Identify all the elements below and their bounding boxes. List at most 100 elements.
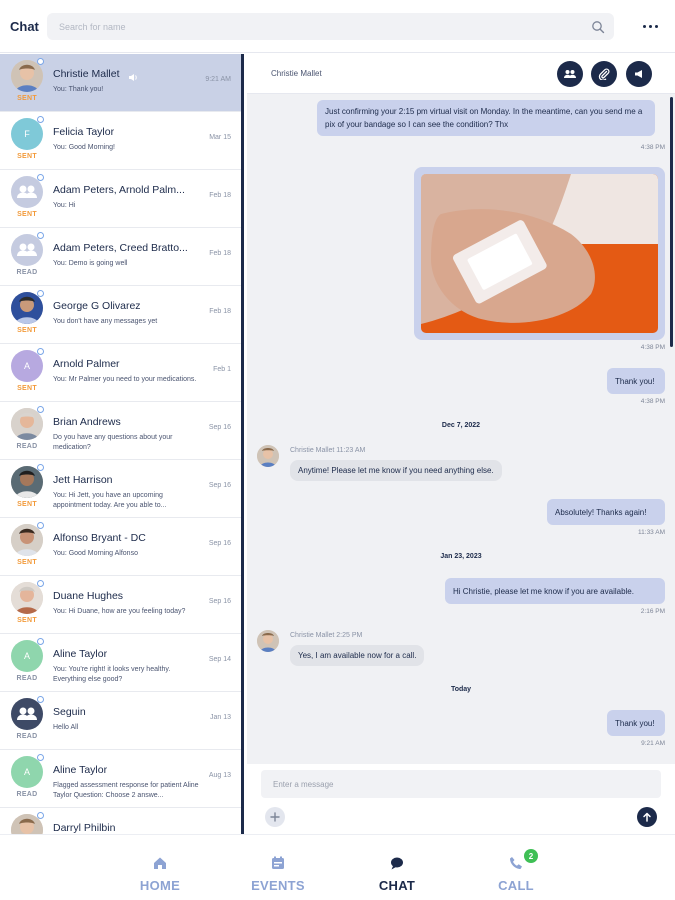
conversation-name: Brian Andrews	[53, 416, 121, 428]
delivery-status: READ	[16, 675, 38, 682]
avatar	[11, 408, 43, 440]
delivery-status: SENT	[17, 559, 37, 566]
conversation-item[interactable]: Darryl Philbin	[0, 808, 241, 834]
conversation-preview: You: Good Morning!	[53, 144, 116, 151]
conversation-date: Feb 1	[213, 366, 231, 373]
delivery-status: SENT	[17, 501, 37, 508]
avatar: A	[11, 640, 43, 672]
delivery-status: SENT	[17, 327, 37, 334]
conversation-name: Duane Hughes	[53, 590, 124, 602]
add-attachment-button[interactable]	[265, 807, 285, 827]
nav-home-label: HOME	[139, 878, 181, 893]
conversation-name: Jett Harrison	[53, 474, 113, 486]
avatar: F	[11, 118, 43, 150]
top-bar: Chat	[0, 0, 675, 53]
conversation-date: Jan 13	[209, 714, 231, 721]
message-input[interactable]	[261, 770, 661, 798]
conversation-name: Adam Peters, Creed Bratto...	[53, 242, 188, 254]
conversation-item[interactable]: READ Adam Peters, Creed Bratto... You: Dem…	[0, 228, 241, 286]
delivery-status: SENT	[17, 617, 37, 624]
chat-contact-name: Christie Mallet	[271, 69, 322, 78]
presence-indicator	[37, 580, 44, 587]
conversation-item[interactable]: SENT Alfonso Bryant - DC You: Good Morning…	[0, 518, 241, 576]
conversation-item[interactable]: READ Brian Andrews Do you have any questio…	[0, 402, 241, 460]
conversation-item[interactable]: SENT Christie Mallet You: Thank you! 9:21 A…	[0, 54, 241, 112]
bandage-image	[421, 174, 658, 333]
message-composer	[247, 764, 675, 834]
sender-avatar	[257, 630, 279, 652]
conversation-item[interactable]: SENT Jett Harrison You: Hi Jett, you have …	[0, 460, 241, 518]
delivery-status: SENT	[17, 385, 37, 392]
delivery-status: SENT	[17, 95, 37, 102]
date-divider: Dec 7, 2022	[441, 422, 481, 429]
presence-indicator	[37, 812, 44, 819]
delivery-status: SENT	[17, 211, 37, 218]
presence-indicator	[37, 116, 44, 123]
conversation-date: Aug 13	[208, 772, 231, 779]
conversation-date: Sep 16	[208, 482, 231, 489]
conversation-date: Sep 16	[208, 540, 231, 547]
nav-chat[interactable]: CHAT	[337, 835, 457, 900]
search-icon[interactable]	[591, 20, 605, 34]
presence-indicator	[37, 290, 44, 297]
conversation-preview: You: Demo is going well	[53, 260, 128, 267]
participants-button[interactable]	[557, 61, 583, 87]
conversation-item[interactable]: SENT Duane Hughes You: Hi Duane, how are y…	[0, 576, 241, 634]
avatar	[11, 698, 43, 730]
attach-button[interactable]	[591, 61, 617, 87]
conversation-date: Feb 18	[209, 192, 231, 199]
avatar	[11, 60, 43, 92]
conversation-preview: Do you have any questions about your med…	[53, 434, 173, 451]
nav-call[interactable]: 2 CALL	[456, 835, 576, 900]
message-time: 4:38 PM	[640, 144, 665, 151]
conversation-name: Seguin	[53, 706, 86, 718]
avatar	[11, 176, 43, 208]
conversation-date: Mar 15	[209, 134, 231, 141]
avatar	[11, 234, 43, 266]
send-button[interactable]	[637, 807, 657, 827]
conversation-name: Felicia Taylor	[53, 126, 115, 138]
conversation-list: SENT Christie Mallet You: Thank you! 9:21 A…	[0, 54, 244, 834]
conversation-item[interactable]: SENT George G Olivarez You don't have any …	[0, 286, 241, 344]
conversation-date: 9:21 AM	[205, 76, 231, 83]
conversation-item[interactable]: SENT Adam Peters, Arnold Palm... You: Hi Fe…	[0, 170, 241, 228]
more-options-icon[interactable]	[641, 18, 659, 34]
conversation-item[interactable]: A READ Aline Taylor Flagged assessment resp…	[0, 750, 241, 808]
conversation-name: Adam Peters, Arnold Palm...	[53, 184, 185, 196]
presence-indicator	[37, 348, 44, 355]
search-input[interactable]	[47, 13, 591, 40]
conversation-item[interactable]: A SENT Arnold Palmer You: Mr Palmer you nee…	[0, 344, 241, 402]
avatar	[11, 524, 43, 556]
conversation-name: Alfonso Bryant - DC	[53, 532, 146, 544]
avatar	[11, 582, 43, 614]
plus-icon	[270, 812, 280, 822]
message-bubble-outgoing: Thank you!	[607, 710, 665, 736]
conversation-preview: You: You're right! it looks very healthy…	[53, 666, 171, 683]
conversation-preview: Hello All	[53, 724, 79, 731]
scrollbar[interactable]	[670, 97, 673, 347]
nav-home[interactable]: HOME	[100, 835, 220, 900]
bandage-photo[interactable]	[414, 167, 665, 340]
nav-events[interactable]: EVENTS	[218, 835, 338, 900]
message-time: 4:38 PM	[640, 344, 665, 351]
presence-indicator	[37, 174, 44, 181]
avatar	[11, 466, 43, 498]
conversation-preview: You: Hi	[53, 202, 76, 209]
broadcast-button[interactable]	[626, 61, 652, 87]
conversation-item[interactable]: A READ Aline Taylor You: You're right! it l…	[0, 634, 241, 692]
message-time: 11:33 AM	[638, 529, 665, 536]
home-icon	[154, 857, 166, 869]
conversation-preview: You: Hi Jett, you have an upcoming appoi…	[53, 492, 167, 509]
presence-indicator	[37, 464, 44, 471]
avatar: A	[11, 756, 43, 788]
presence-indicator	[37, 638, 44, 645]
search-box[interactable]	[47, 13, 614, 40]
conversation-item[interactable]: READ Seguin Hello All Jan 13	[0, 692, 241, 750]
conversation-item[interactable]: F SENT Felicia Taylor You: Good Morning! Mar…	[0, 112, 241, 170]
avatar	[11, 292, 43, 324]
sender-avatar	[257, 445, 279, 467]
nav-chat-label: CHAT	[378, 878, 416, 893]
page-title: Chat	[10, 18, 39, 34]
conversation-name: Aline Taylor	[53, 648, 108, 660]
nav-events-label: EVENTS	[251, 878, 305, 893]
